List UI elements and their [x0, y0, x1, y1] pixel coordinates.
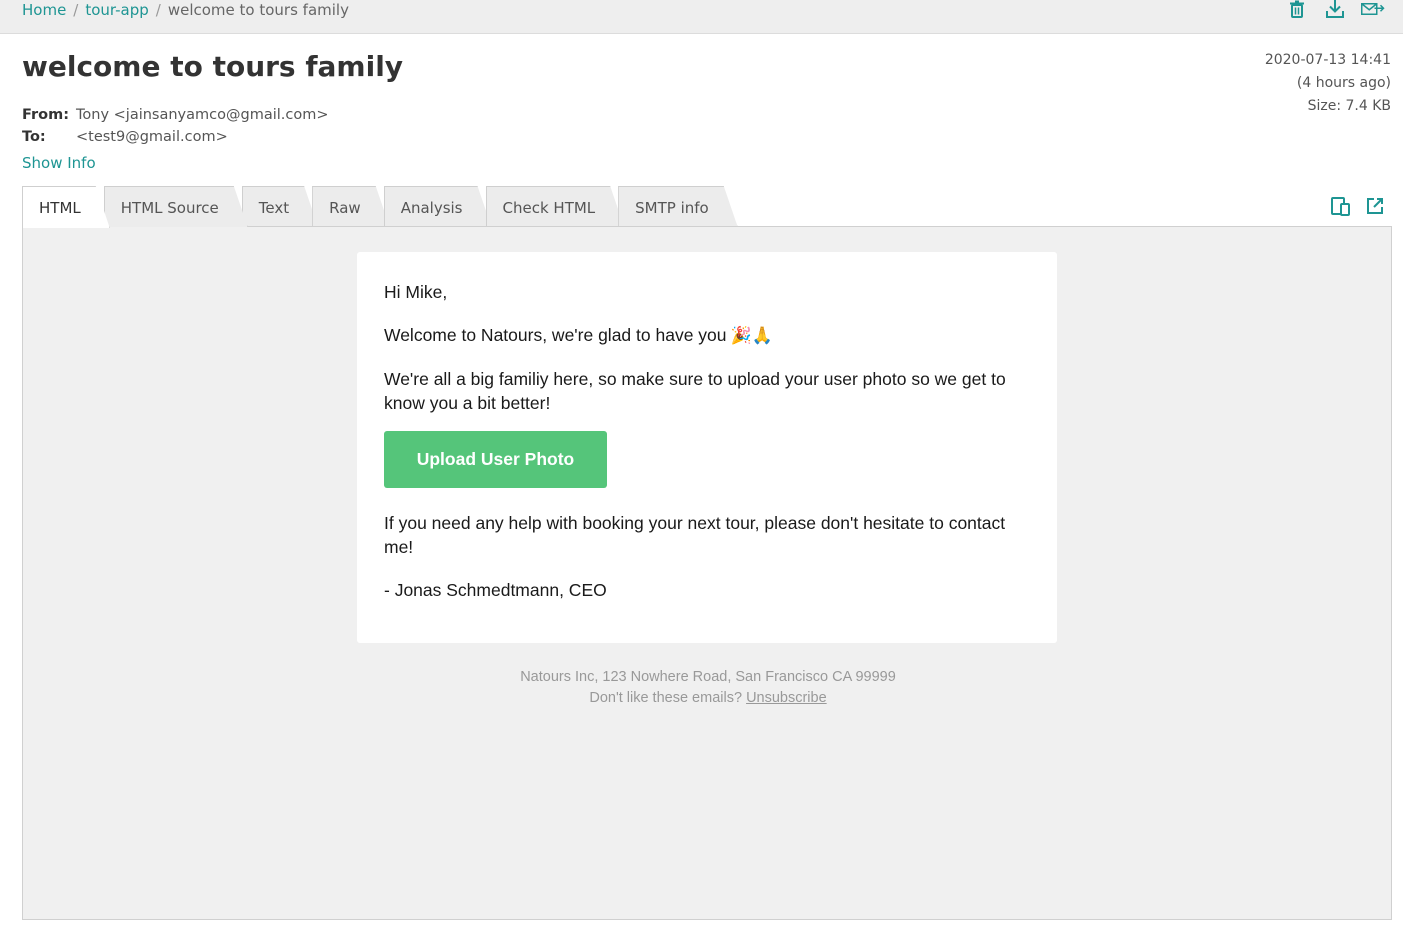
breadcrumb-separator: /	[73, 1, 79, 19]
message-size: Size: 7.4 KB	[1307, 98, 1391, 114]
email-preview: Hi Mike, Welcome to Natours, we're glad …	[22, 226, 1392, 920]
tab-raw[interactable]: Raw	[312, 186, 390, 227]
message-subject: welcome to tours family	[22, 50, 404, 83]
unsubscribe-link[interactable]: Unsubscribe	[746, 690, 827, 706]
message-meta: From: Tony <jainsanyamco@gmail.com> To: …	[22, 104, 329, 148]
from-value: Tony <jainsanyamco@gmail.com>	[76, 107, 329, 123]
show-info-link[interactable]: Show Info	[22, 154, 96, 172]
top-bar: Home / tour-app / welcome to tours family	[0, 0, 1403, 34]
tab-check-html[interactable]: Check HTML	[486, 186, 625, 227]
view-icons	[1331, 196, 1385, 216]
download-icon[interactable]	[1323, 0, 1347, 20]
tab-analysis[interactable]: Analysis	[384, 186, 492, 227]
open-new-window-icon[interactable]	[1365, 196, 1385, 216]
breadcrumb: Home / tour-app / welcome to tours family	[22, 0, 349, 20]
party-pray-emoji-icon: 🎉🙏	[730, 326, 773, 346]
message-date-info: 2020-07-13 14:41 (4 hours ago) Size: 7.4…	[1265, 49, 1391, 118]
footer-address: Natours Inc, 123 Nowhere Road, San Franc…	[520, 669, 896, 685]
message-actions	[1285, 0, 1385, 20]
message-date: 2020-07-13 14:41	[1264, 52, 1391, 68]
footer-unsubscribe-row: Don't like these emails? Unsubscribe	[23, 688, 1393, 709]
tab-html-source[interactable]: HTML Source	[104, 186, 248, 227]
email-signature: - Jonas Schmedtmann, CEO	[384, 580, 607, 600]
tab-text[interactable]: Text	[242, 186, 318, 227]
forward-mail-icon[interactable]	[1361, 0, 1385, 20]
breadcrumb-app-link[interactable]: tour-app	[85, 1, 148, 19]
breadcrumb-current: welcome to tours family	[167, 1, 349, 19]
email-welcome-paragraph: Welcome to Natours, we're glad to have y…	[384, 323, 1030, 348]
email-family-paragraph: We're all a big familiy here, so make su…	[384, 369, 1006, 413]
view-tabs: HTML HTML Source Text Raw Analysis Check…	[22, 186, 732, 227]
from-row: From: Tony <jainsanyamco@gmail.com>	[22, 104, 329, 126]
from-label: From:	[22, 107, 69, 123]
to-label: To:	[22, 129, 46, 145]
tab-smtp-info[interactable]: SMTP info	[618, 186, 738, 227]
to-row: To: <test9@gmail.com>	[22, 126, 329, 148]
breadcrumb-separator: /	[155, 1, 161, 19]
footer-prompt: Don't like these emails?	[589, 690, 743, 706]
email-footer: Natours Inc, 123 Nowhere Road, San Franc…	[23, 667, 1393, 709]
upload-user-photo-button[interactable]: Upload User Photo	[384, 431, 607, 488]
trash-icon[interactable]	[1285, 0, 1309, 20]
breadcrumb-home-link[interactable]: Home	[22, 1, 66, 19]
tab-html[interactable]: HTML	[22, 186, 110, 228]
mobile-view-icon[interactable]	[1331, 196, 1351, 216]
email-welcome-text: Welcome to Natours, we're glad to have y…	[384, 325, 727, 345]
email-card: Hi Mike, Welcome to Natours, we're glad …	[357, 252, 1057, 643]
email-greeting: Hi Mike,	[384, 282, 448, 302]
email-help-paragraph: If you need any help with booking your n…	[384, 513, 1006, 557]
to-value: <test9@gmail.com>	[76, 129, 228, 145]
message-relative-time: (4 hours ago)	[1296, 75, 1391, 91]
